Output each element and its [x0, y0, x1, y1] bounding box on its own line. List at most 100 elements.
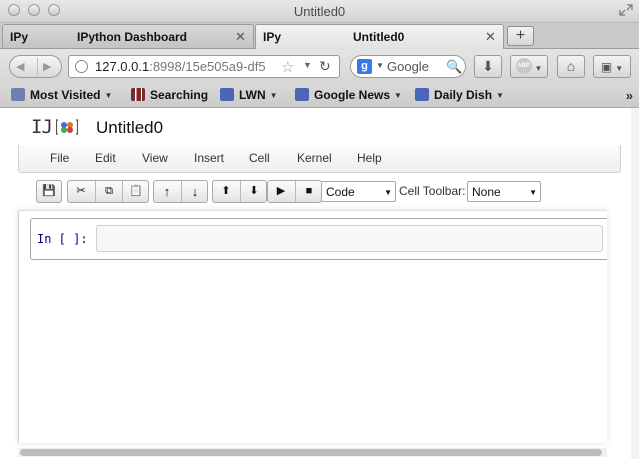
tab-favicon: IPy	[10, 30, 29, 44]
bookmark-google-news[interactable]: Google News ▼	[295, 88, 402, 102]
move-down-button[interactable]: ↓	[181, 181, 208, 202]
search-icon[interactable]: 🔍	[446, 59, 462, 75]
bookmark-daily-dish[interactable]: Daily Dish ▼	[415, 88, 504, 102]
url-bar[interactable]: 127.0.0.1:8998/15e505a9-df5 ☆ ▼ ↻	[68, 55, 340, 78]
menu-kernel[interactable]: Kernel	[297, 151, 332, 165]
adblock-icon: ABP	[515, 58, 532, 75]
copy-button[interactable]: ⧉	[95, 181, 122, 202]
downloads-button[interactable]: ⬇	[474, 55, 502, 78]
notebook-menubar: File Edit View Insert Cell Kernel Help	[18, 145, 621, 173]
ipython-logo-icon[interactable]	[56, 119, 78, 135]
move-up-button[interactable]: ↑	[154, 181, 180, 202]
url-host: 127.0.0.1	[95, 59, 150, 74]
bookmark-star-icon[interactable]: ☆	[281, 58, 294, 76]
interrupt-kernel-button[interactable]: ■	[295, 181, 322, 202]
folder-icon	[11, 88, 25, 101]
arrow-up-icon: ↑	[163, 184, 171, 199]
back-forward-group: ◀ ▶	[9, 55, 62, 78]
copy-icon: ⧉	[105, 185, 113, 197]
search-input[interactable]: Google	[387, 59, 429, 74]
rss-feed-icon	[220, 88, 234, 101]
adblock-button[interactable]: ABP ▼	[510, 55, 548, 78]
cell-toolbar-select[interactable]: None ▼	[467, 181, 541, 202]
tab-ipython-dashboard[interactable]: IPy IPython Dashboard ✕	[2, 24, 254, 48]
back-icon[interactable]: ◀	[16, 60, 24, 73]
scissors-icon: ✂	[76, 185, 86, 197]
menu-edit[interactable]: Edit	[95, 151, 116, 165]
fullscreen-icon[interactable]	[619, 4, 633, 16]
close-tab-icon[interactable]: ✕	[235, 29, 246, 45]
history-dropdown-icon[interactable]: ▼	[303, 60, 312, 70]
run-cell-button[interactable]: ▶	[268, 181, 294, 202]
bookmark-most-visited[interactable]: Most Visited ▼	[11, 88, 112, 102]
save-group: 💾	[36, 180, 62, 203]
divider	[37, 58, 38, 75]
chevron-down-icon: ▼	[104, 91, 113, 100]
puzzle-icon: ▣	[600, 60, 613, 74]
chevron-down-icon: ▼	[269, 91, 278, 100]
cell-toolbar-label: Cell Toolbar:	[399, 184, 466, 198]
close-tab-icon[interactable]: ✕	[485, 29, 496, 45]
paste-icon: 📋	[129, 185, 143, 197]
floppy-disk-icon: 💾	[42, 185, 56, 197]
reload-icon[interactable]: ↻	[319, 58, 331, 75]
paste-button[interactable]: 📋	[122, 181, 149, 202]
menu-cell[interactable]: Cell	[249, 151, 270, 165]
circle-arrow-up-icon: ⬆	[221, 185, 231, 197]
menu-file[interactable]: File	[50, 151, 69, 165]
search-engine-dropdown-icon[interactable]: ▼	[376, 61, 384, 70]
menu-view[interactable]: View	[142, 151, 168, 165]
forward-icon[interactable]: ▶	[43, 60, 51, 73]
chevron-down-icon: ▼	[615, 64, 624, 73]
menu-insert[interactable]: Insert	[194, 151, 224, 165]
page-content: IJ Untitled0 File Edit View Insert Cell …	[0, 108, 639, 459]
books-icon	[131, 88, 145, 101]
window-titlebar: Untitled0	[0, 0, 639, 23]
insert-above-button[interactable]: ⬆	[213, 181, 239, 202]
navigation-toolbar: ◀ ▶ 127.0.0.1:8998/15e505a9-df5 ☆ ▼ ↻ g …	[0, 49, 639, 85]
code-cell[interactable]: In [ ]:	[30, 218, 607, 260]
edit-group: ✂ ⧉ 📋	[67, 180, 149, 203]
bookmark-searching[interactable]: Searching	[131, 88, 208, 102]
bookmarks-bar: Most Visited ▼ Searching LWN ▼ Google News…	[0, 85, 639, 108]
chevron-down-icon: ▼	[384, 188, 392, 197]
cell-toolbar-value: None	[472, 185, 501, 199]
cell-type-select[interactable]: Code ▼	[321, 181, 396, 202]
insert-group: ⬆ ⬇	[212, 180, 267, 203]
bookmark-label: Most Visited	[30, 88, 101, 102]
chevron-down-icon: ▼	[534, 64, 543, 73]
move-group: ↑ ↓	[153, 180, 208, 203]
url-text[interactable]: 127.0.0.1:8998/15e505a9-df5	[95, 59, 266, 74]
menu-help[interactable]: Help	[357, 151, 382, 165]
play-icon: ▶	[276, 185, 286, 197]
new-tab-button[interactable]: +	[507, 26, 534, 46]
horizontal-scrollbar[interactable]	[18, 448, 607, 457]
google-icon[interactable]: g	[357, 59, 372, 74]
arrow-down-icon: ↓	[191, 184, 199, 199]
save-button[interactable]: 💾	[37, 181, 61, 202]
insert-below-button[interactable]: ⬇	[240, 181, 267, 202]
home-button[interactable]: ⌂	[557, 55, 585, 78]
tab-bar: IPy IPython Dashboard ✕ IPy Untitled0 ✕ …	[0, 23, 639, 49]
window-title: Untitled0	[293, 4, 346, 19]
notebook-container: In [ ]:	[18, 210, 607, 443]
extensions-button[interactable]: ▣ ▼	[593, 55, 631, 78]
globe-icon	[75, 60, 88, 73]
tab-label: Untitled0	[353, 30, 405, 44]
stop-icon: ■	[305, 185, 313, 197]
cell-input-area[interactable]	[96, 225, 603, 252]
ipython-logo[interactable]: IJ	[31, 116, 53, 138]
rss-feed-icon	[295, 88, 309, 101]
bookmark-label: Google News	[314, 88, 391, 102]
tab-untitled0[interactable]: IPy Untitled0 ✕	[255, 24, 504, 49]
more-bookmarks-chevron-icon[interactable]: »	[626, 88, 633, 103]
bookmark-label: Searching	[150, 88, 209, 102]
chevron-down-icon: ▼	[529, 188, 537, 197]
download-arrow-icon: ⬇	[482, 58, 494, 74]
notebook-title[interactable]: Untitled0	[96, 118, 163, 138]
search-bar[interactable]: g ▼ Google 🔍	[350, 55, 466, 78]
rss-feed-icon	[415, 88, 429, 101]
scrollbar-thumb[interactable]	[20, 449, 602, 456]
cut-button[interactable]: ✂	[68, 181, 94, 202]
bookmark-lwn[interactable]: LWN ▼	[220, 88, 278, 102]
